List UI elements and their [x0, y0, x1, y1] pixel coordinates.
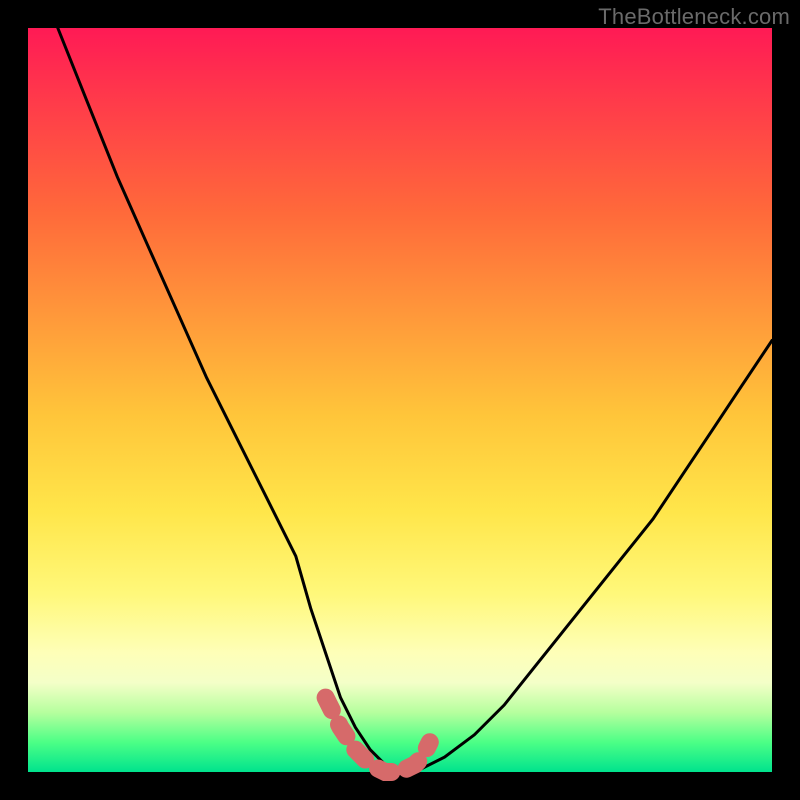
bottleneck-curve — [58, 28, 772, 772]
watermark-text: TheBottleneck.com — [598, 4, 790, 30]
chart-plot-area — [28, 28, 772, 772]
sweet-spot-highlight — [326, 698, 430, 772]
chart-svg — [28, 28, 772, 772]
chart-frame: TheBottleneck.com — [0, 0, 800, 800]
